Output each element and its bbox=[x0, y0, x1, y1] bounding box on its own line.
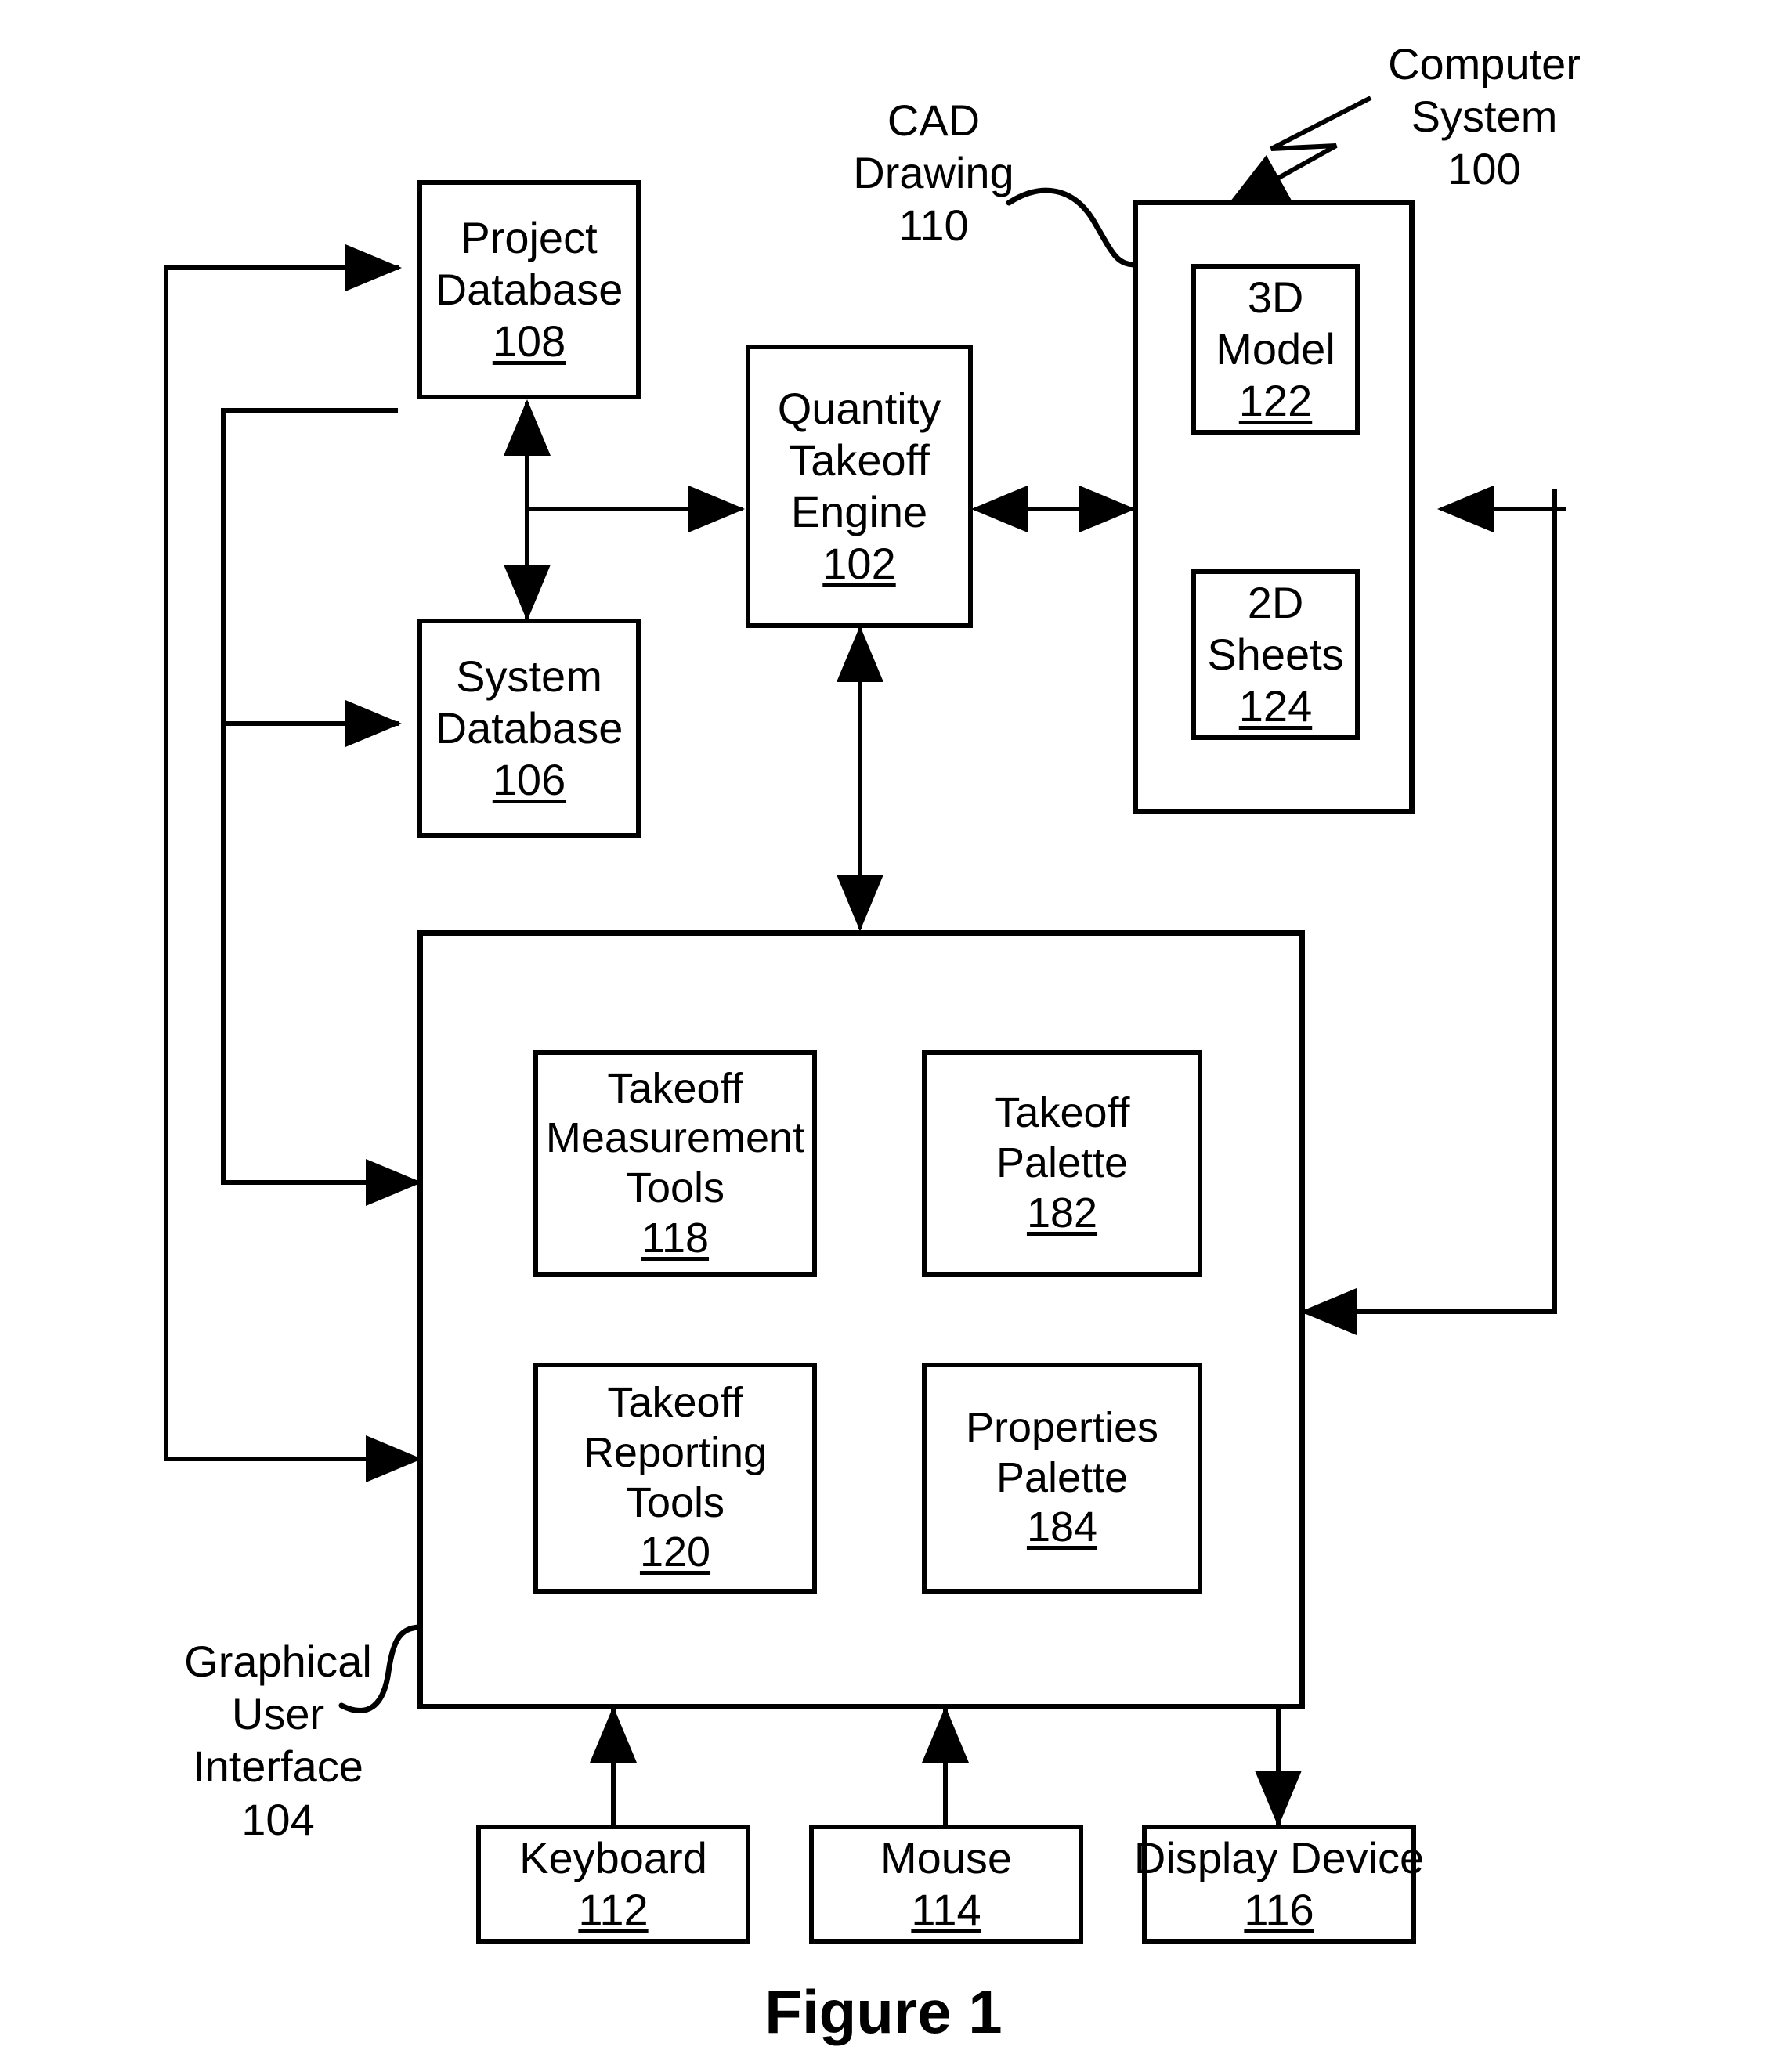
project-database-box[interactable]: Project Database 108 bbox=[417, 180, 641, 399]
computer-system-label: Computer System 100 bbox=[1388, 39, 1581, 194]
cad-drawing-container: 3D Model 122 2D Sheets 124 bbox=[1133, 200, 1415, 814]
wire-left-inner-bus bbox=[221, 408, 418, 1185]
graphical-user-interface-container: Takeoff Measurement Tools 118 Takeoff Pa… bbox=[417, 930, 1305, 1709]
mouse-box[interactable]: Mouse 114 bbox=[809, 1825, 1083, 1944]
system-database-box[interactable]: System Database 106 bbox=[417, 619, 641, 838]
wire-left-outer-bus bbox=[164, 265, 418, 1461]
cad-drawing-label: CAD Drawing 110 bbox=[853, 96, 1014, 251]
takeoff-measurement-tools-box[interactable]: Takeoff Measurement Tools 118 bbox=[533, 1050, 817, 1277]
takeoff-reporting-tools-box[interactable]: Takeoff Reporting Tools 120 bbox=[533, 1363, 817, 1594]
takeoff-palette-box[interactable]: Takeoff Palette 182 bbox=[922, 1050, 1202, 1277]
2d-sheets-box[interactable]: 2D Sheets 124 bbox=[1191, 569, 1360, 740]
patent-figure-1: Computer System 100 CAD Drawing 110 Grap… bbox=[0, 0, 1767, 2072]
quantity-takeoff-engine-box[interactable]: Quantity Takeoff Engine 102 bbox=[746, 345, 973, 628]
3d-model-box[interactable]: 3D Model 122 bbox=[1191, 264, 1360, 435]
properties-palette-box[interactable]: Properties Palette 184 bbox=[922, 1363, 1202, 1594]
computer-system-leader bbox=[1225, 96, 1372, 208]
graphical-user-interface-label: Graphical User Interface 104 bbox=[184, 1637, 372, 1844]
keyboard-box[interactable]: Keyboard 112 bbox=[476, 1825, 750, 1944]
wire-left-inner-bus-upper bbox=[221, 721, 321, 1182]
display-device-box[interactable]: Display Device 116 bbox=[1134, 1825, 1424, 1944]
figure-caption: Figure 1 bbox=[764, 1977, 1003, 2046]
